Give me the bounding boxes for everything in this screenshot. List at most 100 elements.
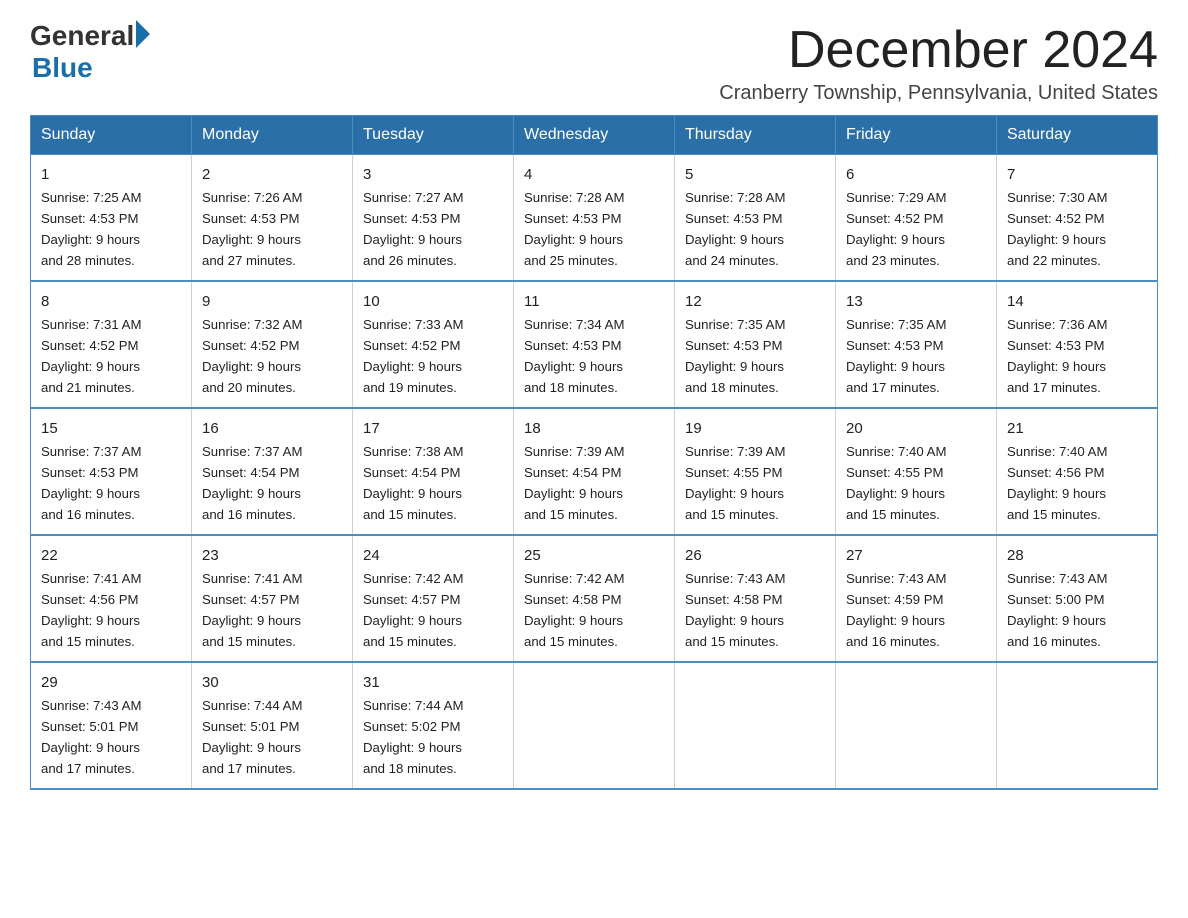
day-number: 1 [41, 163, 181, 186]
weekday-header-monday: Monday [192, 116, 353, 155]
calendar-cell [997, 662, 1158, 789]
calendar-cell: 1 Sunrise: 7:25 AMSunset: 4:53 PMDayligh… [31, 155, 192, 281]
weekday-header-tuesday: Tuesday [353, 116, 514, 155]
day-info: Sunrise: 7:39 AMSunset: 4:54 PMDaylight:… [524, 444, 624, 522]
day-number: 4 [524, 163, 664, 186]
weekday-header-sunday: Sunday [31, 116, 192, 155]
calendar-cell: 9 Sunrise: 7:32 AMSunset: 4:52 PMDayligh… [192, 281, 353, 408]
day-info: Sunrise: 7:28 AMSunset: 4:53 PMDaylight:… [685, 190, 785, 268]
calendar-cell: 11 Sunrise: 7:34 AMSunset: 4:53 PMDaylig… [514, 281, 675, 408]
day-info: Sunrise: 7:32 AMSunset: 4:52 PMDaylight:… [202, 317, 302, 395]
day-info: Sunrise: 7:42 AMSunset: 4:57 PMDaylight:… [363, 571, 463, 649]
calendar-cell: 12 Sunrise: 7:35 AMSunset: 4:53 PMDaylig… [675, 281, 836, 408]
calendar-cell: 16 Sunrise: 7:37 AMSunset: 4:54 PMDaylig… [192, 408, 353, 535]
logo-general-text: General [30, 20, 134, 52]
calendar-cell: 18 Sunrise: 7:39 AMSunset: 4:54 PMDaylig… [514, 408, 675, 535]
day-number: 19 [685, 417, 825, 440]
day-info: Sunrise: 7:41 AMSunset: 4:57 PMDaylight:… [202, 571, 302, 649]
day-info: Sunrise: 7:43 AMSunset: 5:01 PMDaylight:… [41, 698, 141, 776]
day-info: Sunrise: 7:27 AMSunset: 4:53 PMDaylight:… [363, 190, 463, 268]
day-info: Sunrise: 7:44 AMSunset: 5:02 PMDaylight:… [363, 698, 463, 776]
day-number: 18 [524, 417, 664, 440]
calendar-cell: 26 Sunrise: 7:43 AMSunset: 4:58 PMDaylig… [675, 535, 836, 662]
calendar-cell: 19 Sunrise: 7:39 AMSunset: 4:55 PMDaylig… [675, 408, 836, 535]
day-number: 24 [363, 544, 503, 567]
day-info: Sunrise: 7:43 AMSunset: 5:00 PMDaylight:… [1007, 571, 1107, 649]
day-info: Sunrise: 7:43 AMSunset: 4:58 PMDaylight:… [685, 571, 785, 649]
logo: General Blue [30, 20, 150, 84]
day-info: Sunrise: 7:37 AMSunset: 4:54 PMDaylight:… [202, 444, 302, 522]
calendar-cell: 25 Sunrise: 7:42 AMSunset: 4:58 PMDaylig… [514, 535, 675, 662]
calendar-cell: 20 Sunrise: 7:40 AMSunset: 4:55 PMDaylig… [836, 408, 997, 535]
calendar-cell: 23 Sunrise: 7:41 AMSunset: 4:57 PMDaylig… [192, 535, 353, 662]
calendar-week-row-1: 1 Sunrise: 7:25 AMSunset: 4:53 PMDayligh… [31, 155, 1158, 281]
day-info: Sunrise: 7:30 AMSunset: 4:52 PMDaylight:… [1007, 190, 1107, 268]
day-info: Sunrise: 7:36 AMSunset: 4:53 PMDaylight:… [1007, 317, 1107, 395]
calendar-cell: 28 Sunrise: 7:43 AMSunset: 5:00 PMDaylig… [997, 535, 1158, 662]
calendar-week-row-5: 29 Sunrise: 7:43 AMSunset: 5:01 PMDaylig… [31, 662, 1158, 789]
calendar-cell: 5 Sunrise: 7:28 AMSunset: 4:53 PMDayligh… [675, 155, 836, 281]
day-info: Sunrise: 7:31 AMSunset: 4:52 PMDaylight:… [41, 317, 141, 395]
calendar-cell [514, 662, 675, 789]
day-number: 6 [846, 163, 986, 186]
day-number: 30 [202, 671, 342, 694]
calendar-cell: 31 Sunrise: 7:44 AMSunset: 5:02 PMDaylig… [353, 662, 514, 789]
day-info: Sunrise: 7:26 AMSunset: 4:53 PMDaylight:… [202, 190, 302, 268]
day-info: Sunrise: 7:40 AMSunset: 4:56 PMDaylight:… [1007, 444, 1107, 522]
day-number: 2 [202, 163, 342, 186]
day-info: Sunrise: 7:42 AMSunset: 4:58 PMDaylight:… [524, 571, 624, 649]
weekday-header-friday: Friday [836, 116, 997, 155]
calendar-cell: 27 Sunrise: 7:43 AMSunset: 4:59 PMDaylig… [836, 535, 997, 662]
location-title: Cranberry Township, Pennsylvania, United… [719, 82, 1158, 105]
day-info: Sunrise: 7:44 AMSunset: 5:01 PMDaylight:… [202, 698, 302, 776]
day-number: 23 [202, 544, 342, 567]
day-number: 15 [41, 417, 181, 440]
calendar-cell: 3 Sunrise: 7:27 AMSunset: 4:53 PMDayligh… [353, 155, 514, 281]
weekday-header-wednesday: Wednesday [514, 116, 675, 155]
calendar-cell: 2 Sunrise: 7:26 AMSunset: 4:53 PMDayligh… [192, 155, 353, 281]
day-number: 13 [846, 290, 986, 313]
day-number: 26 [685, 544, 825, 567]
weekday-header-row: SundayMondayTuesdayWednesdayThursdayFrid… [31, 116, 1158, 155]
weekday-header-thursday: Thursday [675, 116, 836, 155]
day-number: 3 [363, 163, 503, 186]
calendar-cell: 8 Sunrise: 7:31 AMSunset: 4:52 PMDayligh… [31, 281, 192, 408]
calendar-cell: 30 Sunrise: 7:44 AMSunset: 5:01 PMDaylig… [192, 662, 353, 789]
day-info: Sunrise: 7:35 AMSunset: 4:53 PMDaylight:… [685, 317, 785, 395]
day-info: Sunrise: 7:38 AMSunset: 4:54 PMDaylight:… [363, 444, 463, 522]
calendar-week-row-3: 15 Sunrise: 7:37 AMSunset: 4:53 PMDaylig… [31, 408, 1158, 535]
day-info: Sunrise: 7:33 AMSunset: 4:52 PMDaylight:… [363, 317, 463, 395]
calendar-cell: 4 Sunrise: 7:28 AMSunset: 4:53 PMDayligh… [514, 155, 675, 281]
day-number: 31 [363, 671, 503, 694]
day-number: 20 [846, 417, 986, 440]
day-info: Sunrise: 7:39 AMSunset: 4:55 PMDaylight:… [685, 444, 785, 522]
day-info: Sunrise: 7:35 AMSunset: 4:53 PMDaylight:… [846, 317, 946, 395]
day-info: Sunrise: 7:40 AMSunset: 4:55 PMDaylight:… [846, 444, 946, 522]
calendar-cell: 6 Sunrise: 7:29 AMSunset: 4:52 PMDayligh… [836, 155, 997, 281]
calendar-cell: 14 Sunrise: 7:36 AMSunset: 4:53 PMDaylig… [997, 281, 1158, 408]
calendar-cell [836, 662, 997, 789]
day-number: 29 [41, 671, 181, 694]
day-number: 9 [202, 290, 342, 313]
calendar-cell: 15 Sunrise: 7:37 AMSunset: 4:53 PMDaylig… [31, 408, 192, 535]
page-header: General Blue December 2024 Cranberry Tow… [30, 20, 1158, 105]
day-info: Sunrise: 7:28 AMSunset: 4:53 PMDaylight:… [524, 190, 624, 268]
calendar-week-row-4: 22 Sunrise: 7:41 AMSunset: 4:56 PMDaylig… [31, 535, 1158, 662]
calendar-cell: 7 Sunrise: 7:30 AMSunset: 4:52 PMDayligh… [997, 155, 1158, 281]
day-number: 27 [846, 544, 986, 567]
day-info: Sunrise: 7:34 AMSunset: 4:53 PMDaylight:… [524, 317, 624, 395]
month-title: December 2024 [719, 20, 1158, 80]
calendar-cell: 10 Sunrise: 7:33 AMSunset: 4:52 PMDaylig… [353, 281, 514, 408]
day-info: Sunrise: 7:41 AMSunset: 4:56 PMDaylight:… [41, 571, 141, 649]
day-number: 5 [685, 163, 825, 186]
weekday-header-saturday: Saturday [997, 116, 1158, 155]
day-number: 22 [41, 544, 181, 567]
day-number: 17 [363, 417, 503, 440]
calendar-cell [675, 662, 836, 789]
title-area: December 2024 Cranberry Township, Pennsy… [719, 20, 1158, 105]
day-number: 21 [1007, 417, 1147, 440]
day-number: 28 [1007, 544, 1147, 567]
calendar-cell: 13 Sunrise: 7:35 AMSunset: 4:53 PMDaylig… [836, 281, 997, 408]
day-number: 12 [685, 290, 825, 313]
calendar-week-row-2: 8 Sunrise: 7:31 AMSunset: 4:52 PMDayligh… [31, 281, 1158, 408]
